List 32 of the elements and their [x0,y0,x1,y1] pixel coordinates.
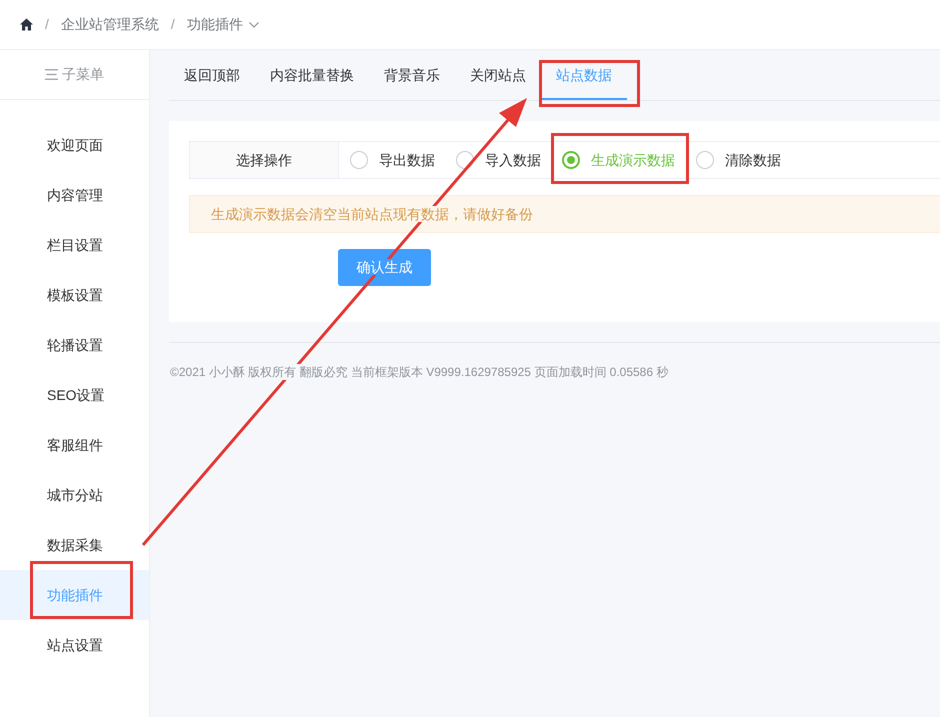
sidebar-item[interactable]: 客服组件 [0,420,149,470]
menu-icon[interactable] [45,69,58,80]
tab[interactable]: 内容批量替换 [255,50,369,100]
radio-icon[interactable] [456,151,474,169]
radio-option[interactable]: 导入数据 [456,150,541,170]
breadcrumb-separator: / [45,15,49,34]
sidebar-item[interactable]: 数据采集 [0,520,149,570]
home-icon[interactable] [20,18,33,31]
breadcrumb-separator: / [170,15,175,34]
radio-icon[interactable] [562,151,580,169]
tab[interactable]: 关闭站点 [455,50,541,100]
radio-option[interactable]: 清除数据 [696,150,781,170]
radio-option[interactable]: 导出数据 [350,150,435,170]
sidebar-item[interactable]: 栏目设置 [0,220,149,270]
breadcrumb-link[interactable]: 企业站管理系统 [60,14,159,35]
sidebar-item[interactable]: 模板设置 [0,270,149,320]
sidebar-item[interactable]: SEO设置 [0,370,149,420]
tab[interactable]: 背景音乐 [369,50,455,100]
radio-icon[interactable] [696,151,714,169]
sidebar-item[interactable]: 城市分站 [0,470,149,520]
submenu-title: 子菜单 [62,65,104,84]
breadcrumb-link[interactable]: 功能插件 [186,14,243,35]
sidebar-item[interactable]: 轮播设置 [0,320,149,370]
radio-icon[interactable] [350,151,368,169]
sidebar-item[interactable]: 站点设置 [0,620,149,670]
footer-text: ©2021 小小酥 版权所有 翻版必究 当前框架版本 V9999.1629785925 页面加载时间 0.05586 秒 [170,364,668,380]
warning-alert: 生成演示数据会清空当前站点现有数据，请做好备份 [189,195,940,233]
field-label: 选择操作 [189,141,339,179]
sidebar-item[interactable]: 内容管理 [0,170,149,220]
chevron-down-icon[interactable] [248,22,259,28]
tab[interactable]: 返回顶部 [169,50,255,100]
sidebar-item[interactable]: 欢迎页面 [0,120,149,170]
